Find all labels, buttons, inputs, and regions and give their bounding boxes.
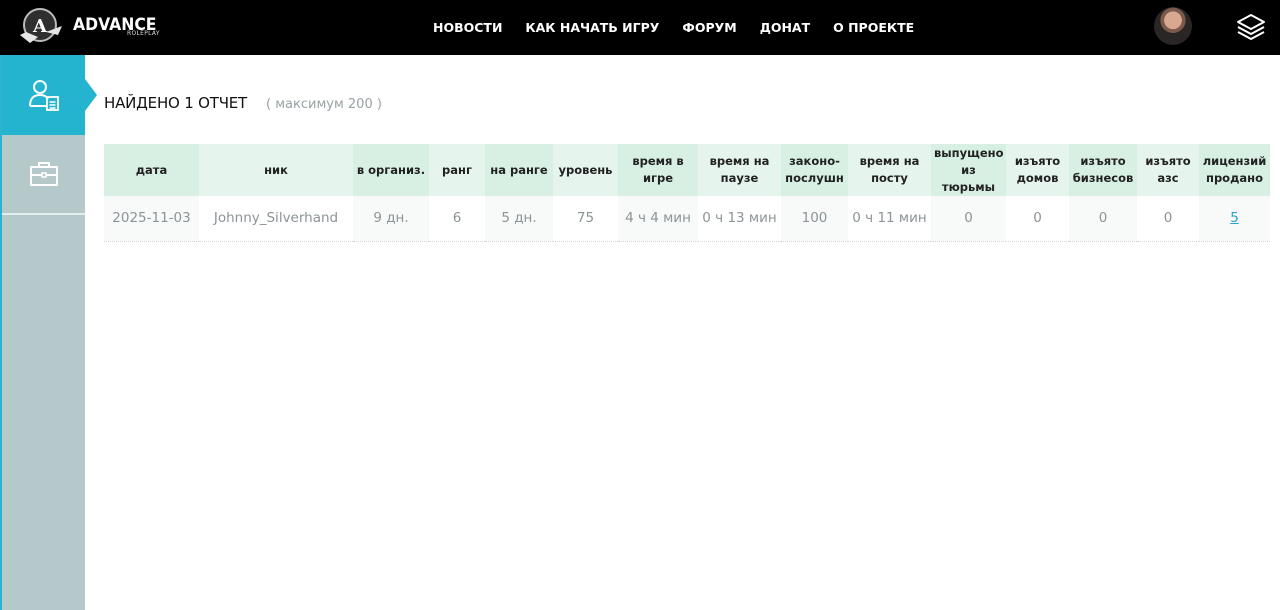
logo-icon: A xyxy=(20,8,62,43)
main-nav: НОВОСТИ КАК НАЧАТЬ ИГРУ ФОРУМ ДОНАТ О ПР… xyxy=(433,0,937,55)
nav-how-to-start[interactable]: КАК НАЧАТЬ ИГРУ xyxy=(525,20,659,35)
col-on-rank[interactable]: на ранге xyxy=(485,144,553,196)
col-houses-seized[interactable]: изъято домов xyxy=(1006,144,1069,196)
col-in-org[interactable]: в организ. xyxy=(353,144,429,196)
logo-letter: A xyxy=(32,16,48,37)
table-header-row: дата ник в организ. ранг на ранге уровен… xyxy=(104,144,1270,196)
col-level[interactable]: уровень xyxy=(553,144,618,196)
cell-gas-stations-seized: 0 xyxy=(1137,196,1199,242)
cell-businesses-seized: 0 xyxy=(1069,196,1137,242)
user-report-icon xyxy=(28,80,59,111)
col-nick[interactable]: ник xyxy=(199,144,353,196)
sidebar-item-business[interactable] xyxy=(2,135,85,215)
col-date[interactable]: дата xyxy=(104,144,199,196)
page-title: НАЙДЕНО 1 ОТЧЕТ xyxy=(104,94,248,112)
user-avatar[interactable] xyxy=(1154,7,1192,45)
col-time-in-game[interactable]: время в игре xyxy=(618,144,698,196)
nav-forum[interactable]: ФОРУМ xyxy=(682,20,736,35)
report-table: дата ник в организ. ранг на ранге уровен… xyxy=(104,144,1270,242)
nav-news[interactable]: НОВОСТИ xyxy=(433,20,502,35)
cell-licenses-sold: 5 xyxy=(1199,196,1270,242)
cell-time-on-post: 0 ч 11 мин xyxy=(848,196,931,242)
brand-sub: ROLEPLAY xyxy=(127,30,160,37)
sidebar-item-reports[interactable] xyxy=(2,55,85,135)
col-law-abiding[interactable]: законо-послушн xyxy=(781,144,848,196)
cell-released-from-jail: 0 xyxy=(931,196,1006,242)
cell-level: 75 xyxy=(553,196,618,242)
cell-on-rank: 5 дн. xyxy=(485,196,553,242)
licenses-sold-link[interactable]: 5 xyxy=(1230,210,1239,226)
nav-about[interactable]: О ПРОЕКТЕ xyxy=(833,20,914,35)
col-time-paused[interactable]: время на паузе xyxy=(698,144,781,196)
col-released-from-jail[interactable]: выпущено из тюрьмы xyxy=(931,144,1006,196)
cell-date: 2025-11-03 xyxy=(104,196,199,242)
cell-law-abiding: 100 xyxy=(781,196,848,242)
cell-time-in-game: 4 ч 4 мин xyxy=(618,196,698,242)
site-logo[interactable]: A ADVANCE ROLEPLAY xyxy=(16,8,166,48)
col-gas-stations-seized[interactable]: изъято азс xyxy=(1137,144,1199,196)
briefcase-icon xyxy=(29,162,58,186)
cell-nick: Johnny_Silverhand xyxy=(199,196,353,242)
table-row: 2025-11-03 Johnny_Silverhand 9 дн. 6 5 д… xyxy=(104,196,1270,242)
col-rank[interactable]: ранг xyxy=(429,144,485,196)
sidebar xyxy=(0,55,97,610)
max-note: ( максимум 200 ) xyxy=(266,97,382,112)
cell-houses-seized: 0 xyxy=(1006,196,1069,242)
cell-time-paused: 0 ч 13 мин xyxy=(698,196,781,242)
report-heading: НАЙДЕНО 1 ОТЧЕТ ( максимум 200 ) xyxy=(104,94,382,112)
active-indicator-arrow xyxy=(85,79,97,111)
cell-rank: 6 xyxy=(429,196,485,242)
layers-icon[interactable] xyxy=(1236,12,1266,42)
cell-in-org: 9 дн. xyxy=(353,196,429,242)
top-navbar: A ADVANCE ROLEPLAY НОВОСТИ КАК НАЧАТЬ ИГ… xyxy=(0,0,1280,55)
col-businesses-seized[interactable]: изъято бизнесов xyxy=(1069,144,1137,196)
col-licenses-sold[interactable]: лицензий продано xyxy=(1199,144,1270,196)
col-time-on-post[interactable]: время на посту xyxy=(848,144,931,196)
nav-donate[interactable]: ДОНАТ xyxy=(760,20,810,35)
